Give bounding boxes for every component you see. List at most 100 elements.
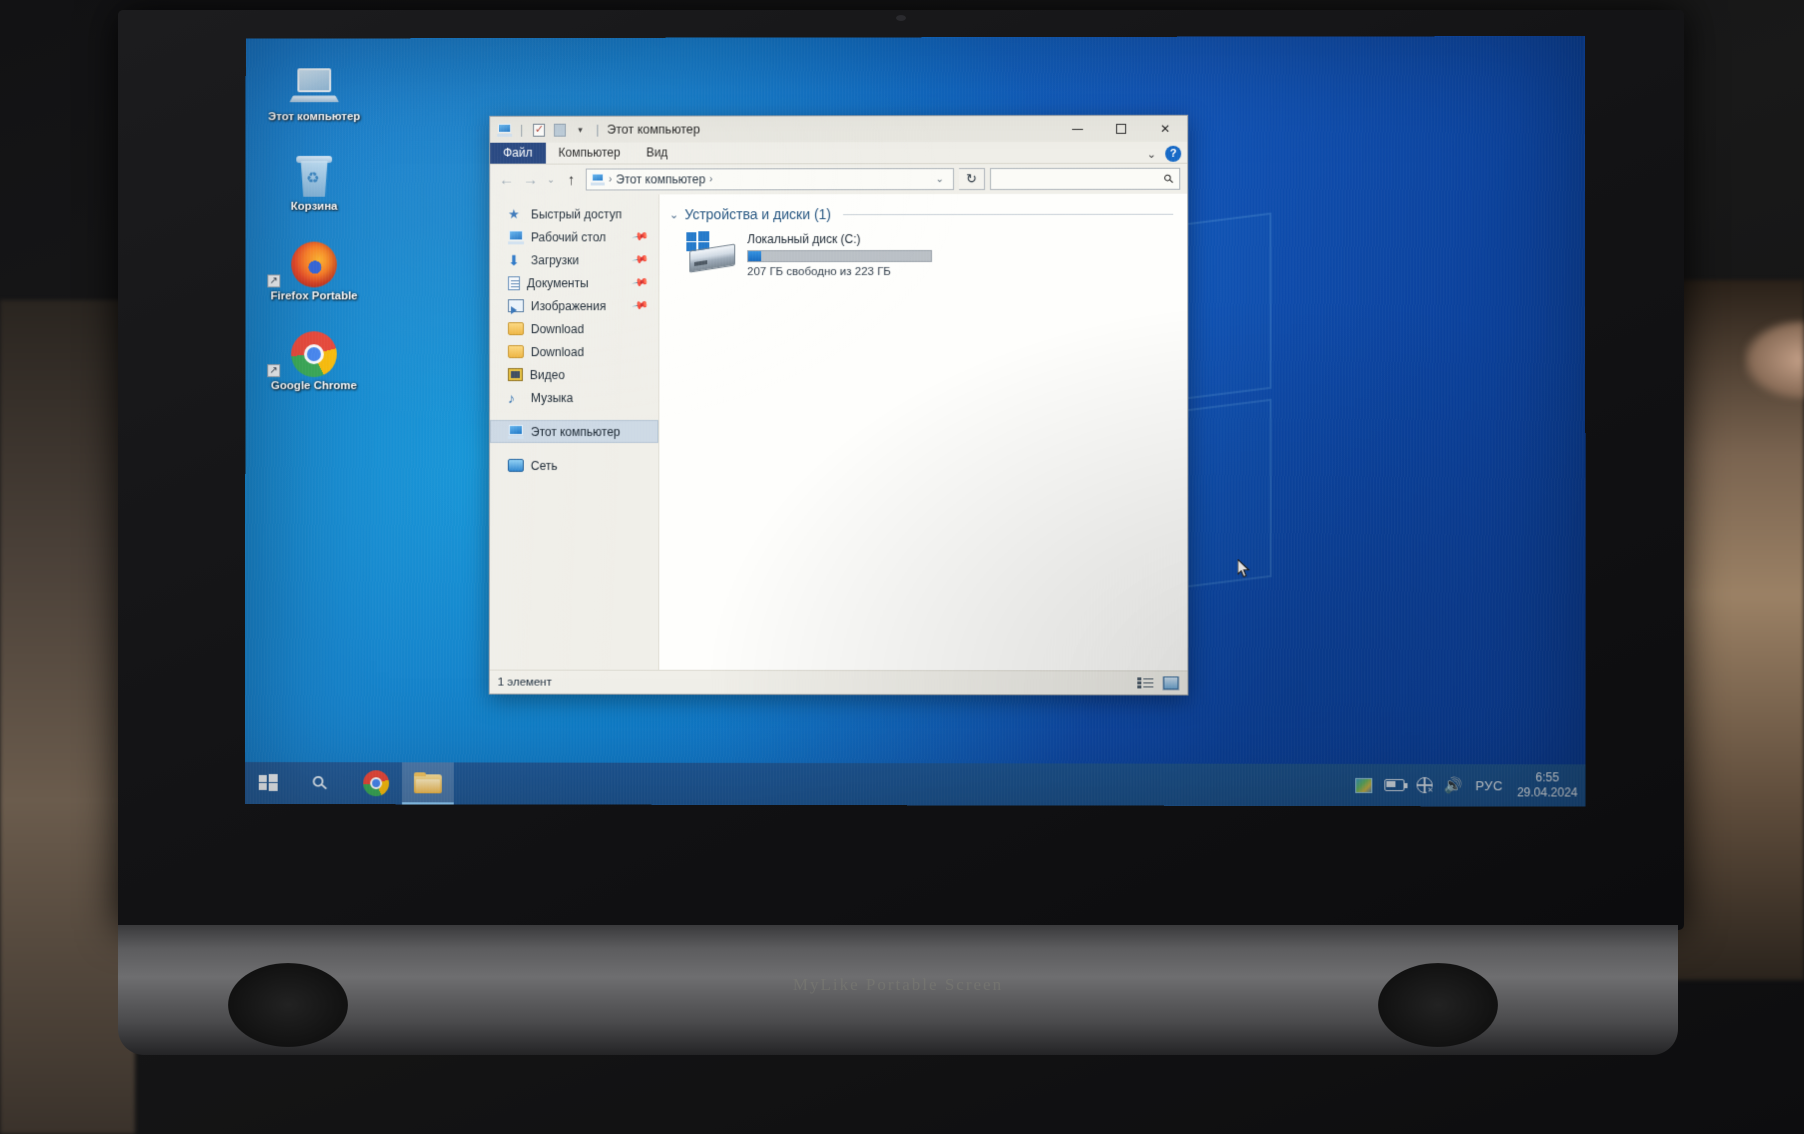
- breadcrumb-this-pc[interactable]: Этот компьютер: [616, 172, 705, 186]
- forward-button[interactable]: →: [521, 170, 540, 190]
- windows-start-icon: [258, 774, 278, 792]
- pictures-icon: [507, 299, 524, 313]
- desktop-icon-label: Firefox Portable: [270, 290, 358, 303]
- this-pc-icon[interactable]: [496, 122, 513, 137]
- folder-icon: [507, 345, 524, 359]
- tab-view[interactable]: Вид: [633, 142, 681, 163]
- window-title-bar: | ▾ | Этот компьютер ✕: [490, 115, 1188, 143]
- tab-computer[interactable]: Компьютер: [545, 143, 633, 164]
- properties-checkbox-icon[interactable]: [530, 122, 547, 137]
- quick-access-toolbar: | ▾ |: [496, 122, 602, 137]
- address-bar[interactable]: › Этот компьютер › ⌄: [585, 168, 955, 191]
- desktop-icon-this-pc[interactable]: Этот компьютер: [260, 56, 369, 124]
- video-icon: [507, 368, 523, 382]
- recent-locations-button[interactable]: ⌄: [545, 170, 557, 190]
- content-pane[interactable]: ⌄ Устройства и диски (1) Локальный диск …: [659, 193, 1187, 671]
- new-folder-icon[interactable]: [551, 122, 568, 137]
- sidebar-item-video[interactable]: Видео: [490, 363, 658, 386]
- maximize-button[interactable]: [1099, 116, 1143, 142]
- pin-icon[interactable]: 📌: [631, 296, 650, 315]
- desktop-icon-recycle-bin[interactable]: ♻ Корзина: [259, 146, 368, 214]
- help-icon[interactable]: ?: [1165, 145, 1182, 162]
- window-controls: ✕: [1055, 116, 1187, 142]
- taskbar: ⚲ ✕ 🔊 РУС 6:55 29.04.2024: [244, 762, 1586, 807]
- chevron-down-icon[interactable]: ⌄: [1147, 147, 1156, 160]
- drive-capacity-fill: [748, 251, 761, 262]
- sidebar-item-music[interactable]: ♪ Музыка: [490, 386, 658, 409]
- volume-icon[interactable]: 🔊: [1444, 776, 1463, 794]
- taskbar-app-chrome[interactable]: [350, 762, 402, 804]
- webcam: [896, 15, 906, 21]
- room-background-left: [0, 300, 135, 1134]
- laptop-bezel: Этот компьютер ♻ Корзина ↗ Firefox Porta…: [118, 10, 1684, 1055]
- this-pc-icon: [590, 173, 605, 186]
- clock-date: 29.04.2024: [1517, 785, 1578, 800]
- taskbar-app-file-explorer[interactable]: [401, 762, 454, 805]
- clock[interactable]: 6:55 29.04.2024: [1515, 770, 1578, 800]
- toolbar-divider: |: [595, 122, 599, 137]
- large-icons-view-icon[interactable]: [1162, 675, 1180, 690]
- laptop-base: MyLike Portable Screen: [118, 925, 1678, 1055]
- close-button[interactable]: ✕: [1143, 116, 1187, 142]
- shortcut-overlay-icon: ↗: [267, 274, 281, 288]
- sidebar-item-downloads[interactable]: ⬇ Загрузки 📌: [490, 248, 658, 271]
- sidebar-item-label: Изображения: [530, 298, 607, 313]
- pin-icon[interactable]: 📌: [631, 273, 650, 292]
- sidebar-item-network[interactable]: Сеть: [490, 454, 658, 477]
- tab-file[interactable]: Файл: [490, 142, 546, 164]
- search-input[interactable]: ⚲: [990, 167, 1181, 191]
- sidebar-item-pictures[interactable]: Изображения 📌: [490, 294, 658, 317]
- address-dropdown-icon[interactable]: ⌄: [931, 174, 949, 185]
- this-pc-icon: [507, 424, 524, 439]
- mouse-cursor: [1237, 559, 1251, 578]
- navigation-pane: ★ Быстрый доступ Рабочий стол 📌 ⬇ Загруз…: [489, 194, 660, 670]
- desktop-icon-label: Корзина: [290, 200, 338, 213]
- desktop-icon-grid: Этот компьютер ♻ Корзина ↗ Firefox Porta…: [259, 56, 369, 415]
- battery-icon[interactable]: [1384, 779, 1405, 792]
- desktop-icon-google-chrome[interactable]: ↗ Google Chrome: [259, 325, 368, 393]
- sidebar-item-label: Download: [530, 321, 585, 336]
- file-explorer-window: | ▾ | Этот компьютер ✕ Файл Ко: [488, 114, 1189, 696]
- network-unavailable-icon[interactable]: ✕: [1416, 777, 1435, 796]
- group-header-devices-and-drives[interactable]: ⌄ Устройства и диски (1): [659, 206, 1187, 223]
- sidebar-item-this-pc[interactable]: Этот компьютер: [489, 420, 659, 443]
- start-button[interactable]: [245, 762, 291, 804]
- pin-icon[interactable]: 📌: [631, 251, 650, 269]
- customize-dropdown-icon[interactable]: ▾: [572, 122, 589, 137]
- pin-icon[interactable]: 📌: [631, 228, 650, 246]
- toolbar-divider: |: [520, 122, 524, 137]
- minimize-button[interactable]: [1055, 116, 1099, 142]
- refresh-button[interactable]: ↻: [958, 168, 986, 191]
- sidebar-item-label: Документы: [526, 275, 589, 290]
- group-header-rule: [843, 213, 1174, 215]
- desktop-icon: [508, 229, 524, 244]
- sidebar-item-label: Сеть: [530, 458, 558, 473]
- ribbon-right-controls: ⌄ ?: [1147, 145, 1182, 162]
- language-indicator[interactable]: РУС: [1475, 778, 1503, 793]
- downloads-icon: ⬇: [507, 251, 520, 268]
- sidebar-item-download-2[interactable]: Download: [490, 340, 658, 363]
- drive-item-local-disk-c[interactable]: Локальный диск (C:) 207 ГБ свободно из 2…: [659, 222, 1187, 278]
- back-button[interactable]: ←: [497, 170, 516, 190]
- sidebar-item-download-1[interactable]: Download: [490, 317, 658, 340]
- breadcrumb-separator[interactable]: ›: [709, 174, 712, 185]
- sidebar-item-quick-access[interactable]: ★ Быстрый доступ: [490, 202, 658, 225]
- documents-icon: [507, 275, 520, 290]
- tray-app-icon[interactable]: [1354, 777, 1373, 793]
- drive-capacity-bar: [747, 250, 933, 263]
- sidebar-item-documents[interactable]: Документы 📌: [490, 271, 658, 294]
- sidebar-item-label: Рабочий стол: [530, 229, 606, 244]
- address-toolbar: ← → ⌄ ↑ › Этот компьютер › ⌄ ↻ ⚲: [490, 163, 1188, 195]
- chevron-down-icon[interactable]: ⌄: [669, 208, 678, 221]
- details-view-icon[interactable]: [1137, 676, 1154, 690]
- laptop-photo: Этот компьютер ♻ Корзина ↗ Firefox Porta…: [0, 0, 1804, 1134]
- up-button[interactable]: ↑: [562, 170, 581, 190]
- laptop-screen: Этот компьютер ♻ Корзина ↗ Firefox Porta…: [244, 35, 1586, 807]
- desktop-icon-firefox-portable[interactable]: ↗ Firefox Portable: [259, 236, 368, 304]
- taskbar-search-button[interactable]: ⚲: [291, 762, 351, 804]
- window-body: ★ Быстрый доступ Рабочий стол 📌 ⬇ Загруз…: [489, 193, 1188, 671]
- sidebar-item-label: Видео: [529, 367, 565, 382]
- shortcut-overlay-icon: ↗: [267, 364, 281, 378]
- sidebar-item-desktop[interactable]: Рабочий стол 📌: [490, 225, 658, 248]
- ribbon-tab-bar: Файл Компьютер Вид ⌄ ?: [490, 141, 1188, 165]
